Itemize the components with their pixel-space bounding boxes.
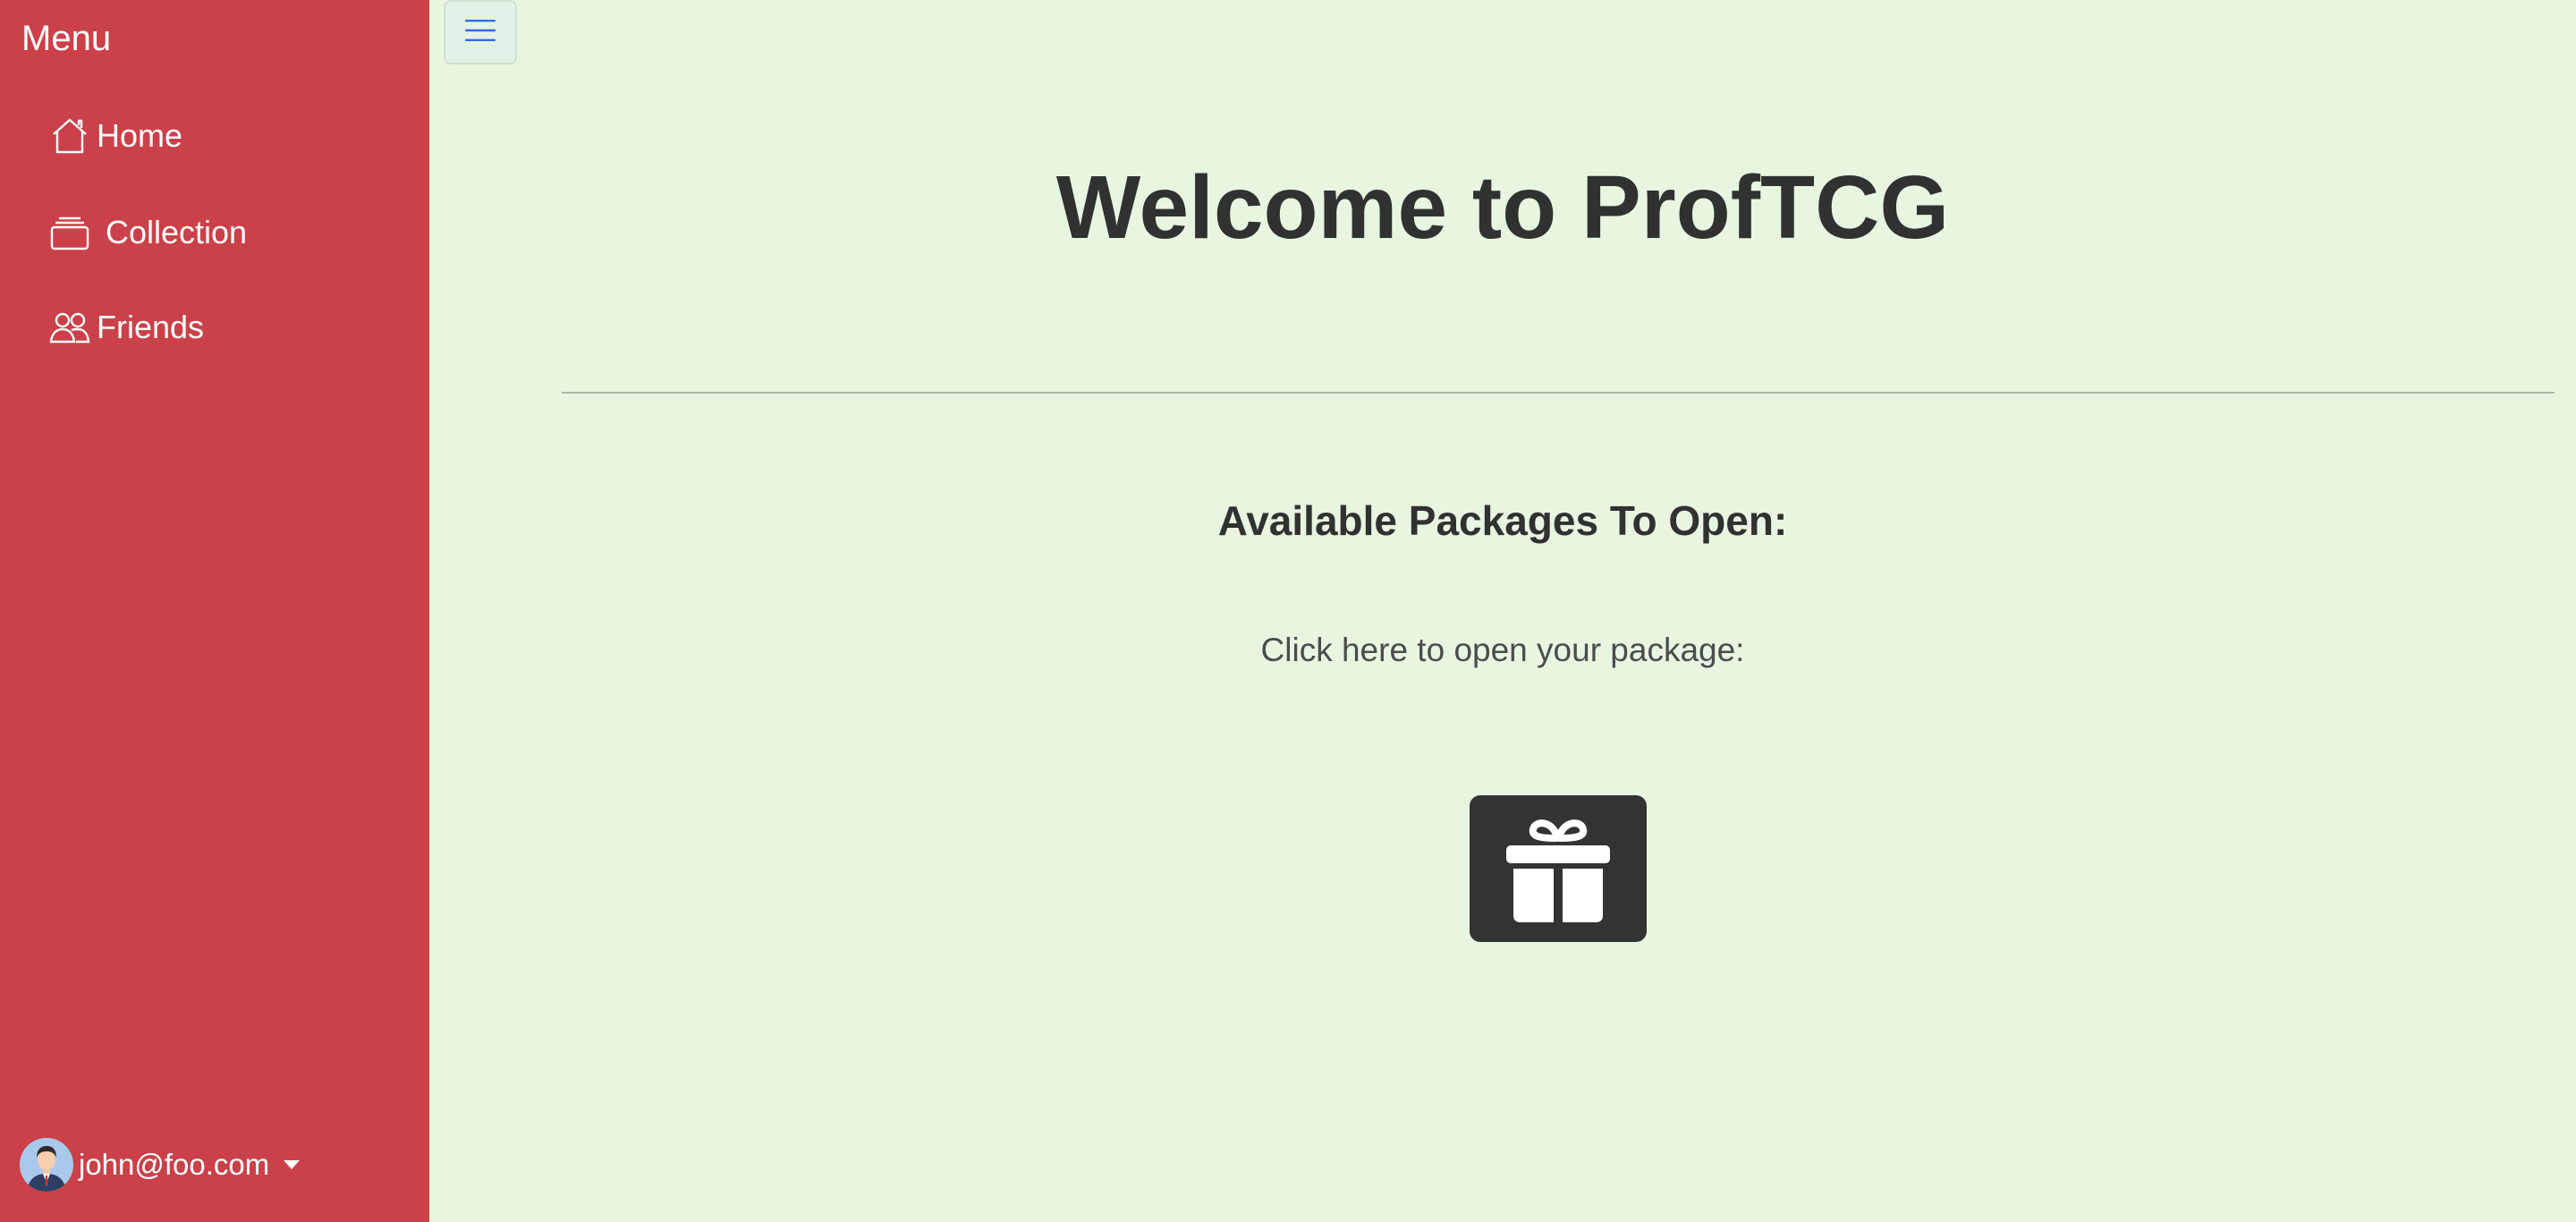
page-title: Welcome to ProfTCG bbox=[1055, 157, 1950, 258]
sidebar-item-label: Home bbox=[97, 117, 183, 154]
sidebar: Menu Home Collection Friends john@foo.co… bbox=[0, 0, 429, 1222]
sidebar-item-label: Collection bbox=[106, 214, 248, 250]
sidebar-title: Menu bbox=[21, 19, 112, 58]
avatar bbox=[20, 1138, 73, 1192]
divider bbox=[562, 392, 2555, 394]
collection-icon bbox=[47, 209, 93, 256]
house-icon bbox=[47, 113, 93, 159]
sidebar-toggle-button[interactable] bbox=[444, 0, 517, 64]
hamburger-icon bbox=[464, 17, 496, 48]
user-email: john@foo.com bbox=[79, 1148, 270, 1181]
caret-down-icon bbox=[284, 1160, 301, 1169]
sidebar-item-friends[interactable]: Friends bbox=[47, 299, 204, 356]
people-icon bbox=[47, 304, 93, 351]
packages-heading: Available Packages To Open: bbox=[1217, 497, 1788, 544]
sidebar-item-collection[interactable]: Collection bbox=[47, 204, 247, 261]
gift-icon bbox=[1499, 808, 1617, 930]
open-package-hint: Click here to open your package: bbox=[1260, 632, 1745, 668]
sidebar-item-home[interactable]: Home bbox=[47, 107, 182, 165]
user-menu-dropdown[interactable]: john@foo.com bbox=[20, 1136, 301, 1193]
sidebar-item-label: Friends bbox=[97, 309, 205, 345]
open-package-button[interactable] bbox=[1470, 795, 1647, 942]
